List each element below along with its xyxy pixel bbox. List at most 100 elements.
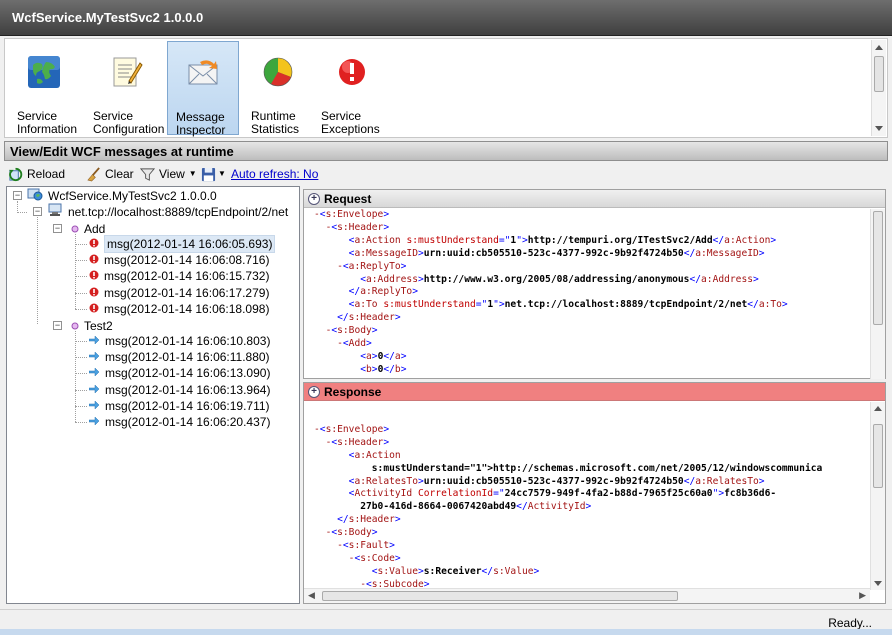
- tree-node-label: net.tcp://localhost:8889/tcpEndpoint/2/n…: [68, 205, 289, 219]
- request-header[interactable]: + Request: [304, 190, 885, 208]
- tree-line: [75, 422, 87, 423]
- xml-line: <a:Action s:mustUnderstand="1">http://te…: [348, 234, 777, 246]
- expand-icon[interactable]: +: [308, 193, 320, 205]
- tree-node-message[interactable]: msg(2012-01-14 16:06:13.090): [88, 365, 270, 381]
- tree-line: [75, 308, 87, 310]
- tree-node-message[interactable]: msg(2012-01-14 16:06:15.732): [89, 268, 269, 284]
- tree-node-label: Add: [84, 222, 106, 236]
- scroll-thumb[interactable]: [873, 211, 883, 325]
- expand-collapse-icon[interactable]: −: [53, 224, 62, 233]
- tree-node-message[interactable]: msg(2012-01-14 16:06:18.098): [89, 301, 269, 317]
- error-icon: [89, 301, 99, 317]
- auto-refresh-link[interactable]: Auto refresh: No: [231, 165, 318, 183]
- scroll-right-icon[interactable]: ▶: [859, 590, 866, 601]
- scroll-thumb[interactable]: [873, 424, 883, 488]
- tree-node-operation[interactable]: Add: [71, 221, 105, 237]
- tree-node-message[interactable]: msg(2012-01-14 16:06:13.964): [88, 382, 271, 398]
- request-panel: + Request -<s:Envelope> -<s:Header> <a:A…: [303, 189, 886, 379]
- section-title: View/Edit WCF messages at runtime: [10, 144, 234, 159]
- response-scrollbar[interactable]: [870, 402, 885, 590]
- tree-line: [75, 341, 87, 342]
- arrow-right-icon: [88, 365, 100, 381]
- request-title: Request: [324, 192, 372, 206]
- message-tree[interactable]: − WcfService.MyTestSvc2 1.0.0.0− net.tcp:/…: [6, 186, 300, 604]
- ribbon-scrollbar[interactable]: [871, 40, 886, 136]
- tree-node-message[interactable]: msg(2012-01-14 16:06:11.880): [88, 349, 270, 365]
- error-icon: [89, 236, 99, 252]
- xml-line: <a:To s:mustUnderstand="1">net.tcp://loc…: [348, 299, 788, 311]
- xml-line: -<s:Code>: [348, 552, 401, 564]
- clear-label: Clear: [105, 167, 134, 181]
- auto-refresh-label[interactable]: Auto refresh: No: [231, 165, 318, 183]
- filter-icon: [140, 167, 155, 181]
- xml-line: <a:Action: [348, 449, 401, 461]
- tree-node-endpoint[interactable]: net.tcp://localhost:8889/tcpEndpoint/2/n…: [47, 203, 289, 220]
- tree-line: [75, 405, 87, 407]
- xml-line: -<s:Header>: [325, 221, 390, 233]
- scroll-thumb[interactable]: [322, 591, 678, 601]
- service-exceptions-button[interactable]: Service Exceptions: [313, 41, 391, 136]
- expand-collapse-icon[interactable]: −: [53, 321, 62, 330]
- arrow-right-icon: [88, 382, 100, 398]
- tree-node-label: msg(2012-01-14 16:06:17.279): [104, 285, 270, 300]
- tree-node-message[interactable]: msg(2012-01-14 16:06:19.711): [88, 398, 270, 414]
- save-dropdown[interactable]: ▼: [201, 165, 226, 183]
- globe-icon: [28, 56, 60, 88]
- tree-node-message[interactable]: msg(2012-01-14 16:06:10.803): [88, 333, 270, 349]
- tree-line: [75, 234, 76, 309]
- service-information-button[interactable]: Service Information: [9, 41, 79, 136]
- expand-icon[interactable]: +: [308, 386, 320, 398]
- xml-line: <b>0</b>: [360, 363, 407, 375]
- expand-collapse-icon[interactable]: −: [13, 191, 22, 200]
- service-icon: [27, 187, 43, 205]
- tree-line: [75, 244, 87, 245]
- request-scrollbar[interactable]: [870, 209, 885, 379]
- tree-node-message[interactable]: msg(2012-01-14 16:06:20.437): [88, 414, 271, 430]
- runtime-statistics-button[interactable]: Runtime Statistics: [243, 41, 313, 136]
- request-xml: -<s:Envelope> -<s:Header> <a:Action s:mu…: [304, 209, 870, 379]
- tree-node-message[interactable]: msg(2012-01-14 16:06:05.693): [89, 235, 276, 253]
- tree-node-service[interactable]: WcfService.MyTestSvc2 1.0.0.0: [27, 188, 217, 204]
- xml-line: -<s:Fault>: [337, 540, 395, 552]
- tree-node-message[interactable]: msg(2012-01-14 16:06:17.279): [89, 285, 269, 301]
- tree-node-label: Test2: [84, 319, 113, 333]
- tree-line: [37, 217, 38, 324]
- message-inspector-button[interactable]: Message Inspector: [167, 41, 239, 137]
- xml-line: <a:RelatesTo>urn:uuid:cb505510-523c-4377…: [348, 475, 765, 487]
- tree-node-label: msg(2012-01-14 16:06:20.437): [105, 415, 271, 429]
- tree-line: [17, 212, 27, 213]
- tree-node-operation[interactable]: Test2: [71, 318, 113, 334]
- scroll-thumb[interactable]: [874, 56, 884, 92]
- scroll-up-icon[interactable]: [875, 45, 883, 50]
- ribbon-label: Runtime Statistics: [251, 109, 300, 136]
- service-configuration-button[interactable]: Service Configuration: [85, 41, 167, 136]
- view-label: View: [159, 167, 185, 181]
- scroll-down-icon[interactable]: [875, 126, 883, 131]
- bottom-strip: [0, 629, 892, 635]
- tree-node-label: msg(2012-01-14 16:06:11.880): [105, 350, 270, 365]
- ribbon-label: Service Configuration: [93, 109, 165, 136]
- xml-line: -<s:Envelope>: [314, 209, 390, 220]
- expand-collapse-icon[interactable]: −: [33, 207, 42, 216]
- xml-line: </s:Header>: [337, 312, 401, 324]
- status-text: Ready...: [828, 616, 872, 630]
- reload-button[interactable]: Reload: [8, 165, 65, 183]
- config-sheet-icon: [113, 57, 143, 87]
- clear-button[interactable]: Clear: [86, 165, 134, 183]
- tree-line: [75, 292, 87, 294]
- tree-line: [75, 260, 87, 262]
- scroll-down-icon[interactable]: [874, 581, 882, 586]
- view-dropdown[interactable]: View ▼: [140, 165, 197, 183]
- xml-line: <a:MessageID>urn:uuid:cb505510-523c-4377…: [348, 247, 765, 259]
- tree-node-message[interactable]: msg(2012-01-14 16:06:08.716): [89, 252, 269, 268]
- tree-node-label: msg(2012-01-14 16:06:05.693): [104, 235, 276, 253]
- tree-node-label: msg(2012-01-14 16:06:13.964): [105, 382, 271, 397]
- response-header[interactable]: + Response: [304, 383, 885, 401]
- tree-line: [75, 331, 76, 423]
- save-icon: [201, 167, 216, 181]
- tree-node-label: msg(2012-01-14 16:06:18.098): [104, 301, 270, 316]
- ribbon-label: Service Exceptions: [321, 109, 380, 136]
- scroll-left-icon[interactable]: ◀: [308, 590, 315, 601]
- scroll-up-icon[interactable]: [874, 406, 882, 411]
- response-hscrollbar[interactable]: ◀ ▶: [304, 588, 870, 603]
